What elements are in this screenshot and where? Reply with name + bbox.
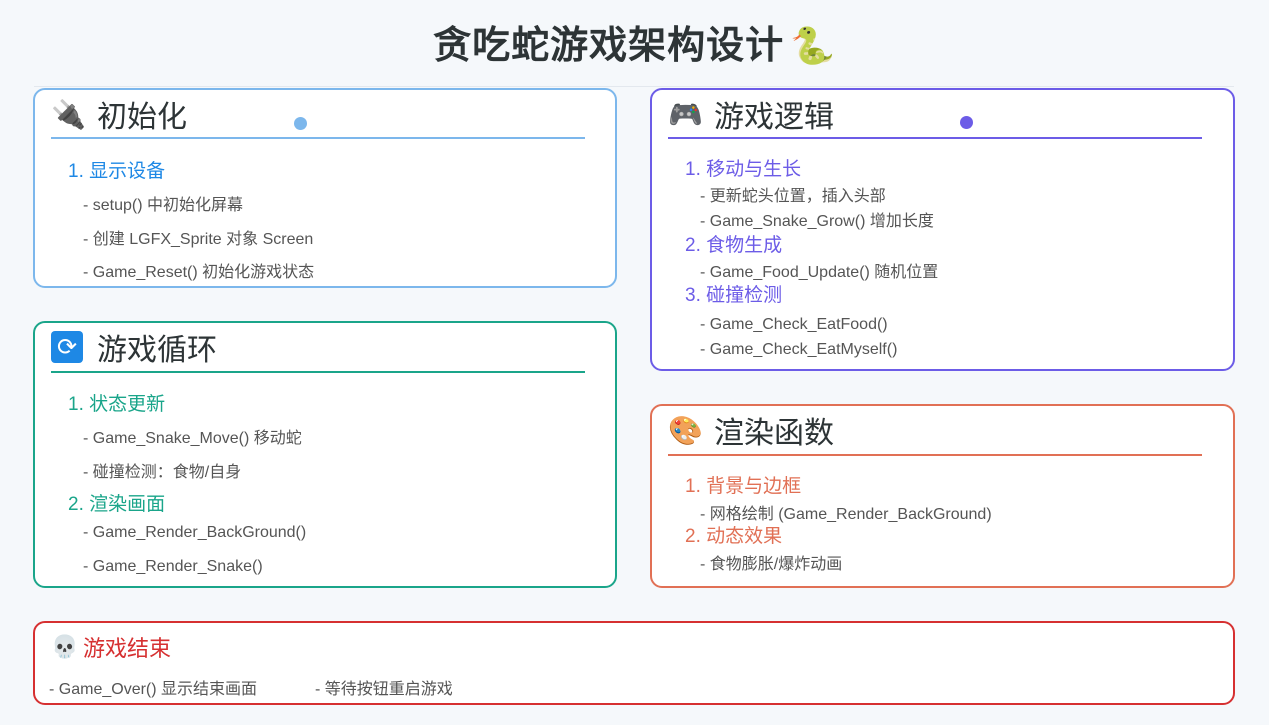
list-item: - Game_Snake_Grow() 增加长度 <box>700 213 934 230</box>
card-end: 💀 游戏结束 - Game_Over() 显示结束画面 - 等待按钮重启游戏 <box>33 621 1235 705</box>
list-item: - Game_Reset() 初始化游戏状态 <box>83 264 315 281</box>
decor-dot <box>960 116 973 129</box>
card-logic-title: 游戏逻辑 <box>714 101 834 134</box>
page-title: 贪吃蛇游戏架构设计 🐍 <box>0 14 1269 69</box>
card-init-header: 🔌 初始化 <box>51 94 187 135</box>
section-label: 2. 渲染画面 <box>68 494 166 515</box>
list-item: - 创建 LGFX_Sprite 对象 Screen <box>83 231 314 248</box>
section-label: 3. 碰撞检测 <box>685 285 783 306</box>
list-item: - Game_Food_Update() 随机位置 <box>700 264 939 281</box>
gamepad-icon: 🎮 <box>668 98 703 130</box>
section-label: 1. 移动与生长 <box>685 159 802 180</box>
section-label: 1. 显示设备 <box>68 161 166 182</box>
card-render-divider <box>668 454 1202 456</box>
card-logic-divider <box>668 137 1202 139</box>
decor-dot <box>294 117 307 130</box>
palette-icon: 🎨 <box>668 414 703 446</box>
skull-icon: 💀 <box>51 634 79 659</box>
list-item: - Game_Render_BackGround() <box>83 524 307 541</box>
card-init-title: 初始化 <box>97 101 187 134</box>
list-item: - Game_Over() 显示结束画面 <box>49 681 258 698</box>
card-render: 🎨 渲染函数 1. 背景与边框 - 网格绘制 (Game_Render_Back… <box>650 404 1235 588</box>
section-label: 1. 背景与边框 <box>685 476 802 497</box>
list-item: - Game_Render_Snake() <box>83 558 263 575</box>
card-loop-title: 游戏循环 <box>97 334 217 367</box>
snake-icon: 🐍 <box>790 25 836 66</box>
card-logic: 🎮 游戏逻辑 1. 移动与生长 - 更新蛇头位置，插入头部 - Game_Sna… <box>650 88 1235 371</box>
list-item: - Game_Check_EatFood() <box>700 316 888 333</box>
section-label: 2. 食物生成 <box>685 235 783 256</box>
card-init-divider <box>51 137 585 139</box>
card-logic-header: 🎮 游戏逻辑 <box>668 94 834 135</box>
list-item: - setup() 中初始化屏幕 <box>83 197 244 214</box>
card-render-title: 渲染函数 <box>714 417 834 450</box>
title-text: 贪吃蛇游戏架构设计 <box>433 25 785 67</box>
list-item: - Game_Snake_Move() 移动蛇 <box>83 430 302 447</box>
refresh-icon: ⟳ <box>51 331 83 363</box>
title-divider <box>34 86 1234 87</box>
card-render-header: 🎨 渲染函数 <box>668 410 834 451</box>
list-item: - Game_Check_EatMyself() <box>700 341 898 358</box>
section-label: 2. 动态效果 <box>685 526 783 547</box>
list-item: - 等待按钮重启游戏 <box>315 681 453 698</box>
list-item: - 食物膨胀/爆炸动画 <box>700 556 843 573</box>
section-label: 1. 状态更新 <box>68 394 166 415</box>
card-end-header: 💀 游戏结束 <box>51 629 171 665</box>
plug-icon: 🔌 <box>51 98 86 130</box>
card-loop: ⟳ 游戏循环 1. 状态更新 - Game_Snake_Move() 移动蛇 -… <box>33 321 617 588</box>
list-item: - 碰撞检测：食物/自身 <box>83 464 242 481</box>
card-end-title: 游戏结束 <box>83 636 172 661</box>
list-item: - 更新蛇头位置，插入头部 <box>700 188 886 205</box>
card-loop-header: ⟳ 游戏循环 <box>51 327 217 367</box>
card-loop-divider <box>51 371 585 373</box>
card-init: 🔌 初始化 1. 显示设备 - setup() 中初始化屏幕 - 创建 LGFX… <box>33 88 617 288</box>
